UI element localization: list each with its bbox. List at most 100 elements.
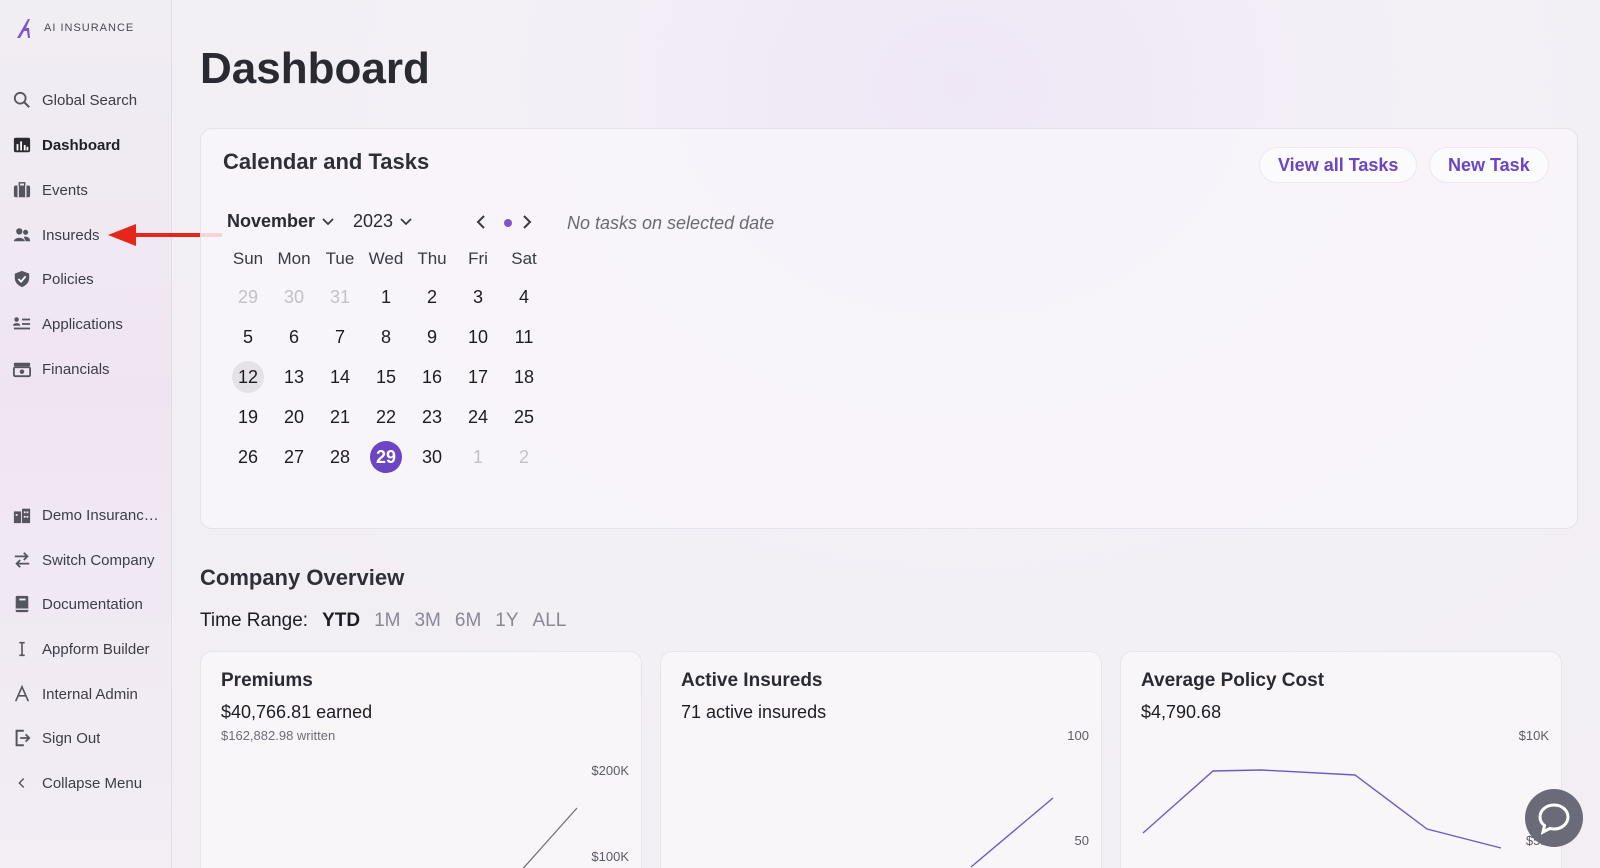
nav-internal-admin[interactable]: Internal Admin <box>12 680 167 708</box>
calendar-day-number: 17 <box>467 366 489 387</box>
calendar-day[interactable]: 5 <box>225 317 271 357</box>
calendar-card: Calendar and Tasks View all Tasks New Ta… <box>200 128 1578 529</box>
nav-label: Internal Admin <box>42 685 138 703</box>
range-option-1y[interactable]: 1Y <box>495 610 518 632</box>
calendar-day[interactable]: 28 <box>317 437 363 477</box>
nav-label: Sign Out <box>42 729 101 747</box>
month-value: November <box>227 211 316 231</box>
calendar-day[interactable]: 1 <box>455 437 501 477</box>
calendar-day-number: 18 <box>513 366 535 387</box>
nav-label: Financials <box>42 360 110 378</box>
letter-a-icon <box>12 684 32 704</box>
nav-applications[interactable]: Applications <box>12 310 167 338</box>
calendar-day-number: 24 <box>467 406 489 427</box>
range-option-3m[interactable]: 3M <box>414 610 440 632</box>
calendar-day-number: 7 <box>334 326 345 347</box>
active-insureds-card[interactable]: Active Insureds 71 active insureds 100 5… <box>660 651 1102 868</box>
calendar-day[interactable]: 7 <box>317 317 363 357</box>
calendar-day[interactable]: 1 <box>363 277 409 317</box>
chevron-down-icon <box>400 217 412 225</box>
bar-chart-icon <box>12 135 32 155</box>
calendar-day[interactable]: 13 <box>271 357 317 397</box>
calendar-day[interactable]: 21 <box>317 397 363 437</box>
nav-dashboard[interactable]: Dashboard <box>12 131 167 159</box>
calendar-day-number: 9 <box>426 326 437 347</box>
nav-label: Demo Insurance Company <box>42 506 166 524</box>
calendar-day[interactable]: 11 <box>501 317 547 357</box>
calendar-day[interactable]: 18 <box>501 357 547 397</box>
calendar-day-number: 2 <box>426 286 437 307</box>
shield-icon <box>12 269 32 289</box>
current-month-dot[interactable] <box>504 219 512 227</box>
calendar-day[interactable]: 3 <box>455 277 501 317</box>
range-option-6m[interactable]: 6M <box>455 610 481 632</box>
nav-financials[interactable]: Financials <box>12 355 167 383</box>
nav-switch-company[interactable]: Switch Company <box>12 546 167 574</box>
nav-collapse-menu[interactable]: Collapse Menu <box>12 769 167 797</box>
nav-company[interactable]: Demo Insurance Company <box>12 501 167 529</box>
calendar-day[interactable]: 22 <box>363 397 409 437</box>
calendar-day[interactable]: 2 <box>501 437 547 477</box>
calendar-day[interactable]: 8 <box>363 317 409 357</box>
calendar-day-number: 15 <box>375 366 397 387</box>
calendar-day[interactable]: 19 <box>225 397 271 437</box>
calendar-day[interactable]: 4 <box>501 277 547 317</box>
calendar-day[interactable]: 31 <box>317 277 363 317</box>
calendar-day[interactable]: 29 <box>363 437 409 477</box>
users-icon <box>12 225 32 245</box>
calendar-day[interactable]: 24 <box>455 397 501 437</box>
calendar-day[interactable]: 15 <box>363 357 409 397</box>
nav-documentation[interactable]: Documentation <box>12 590 167 618</box>
calendar-day[interactable]: 12 <box>225 357 271 397</box>
weekday-label: Thu <box>417 249 447 268</box>
calendar-day[interactable]: 16 <box>409 357 455 397</box>
prev-month-icon[interactable] <box>473 211 489 233</box>
nav-label: Insureds <box>42 226 100 244</box>
year-value: 2023 <box>353 211 394 231</box>
calendar-day[interactable]: 2 <box>409 277 455 317</box>
calendar-day[interactable]: 17 <box>455 357 501 397</box>
calendar-day[interactable]: 23 <box>409 397 455 437</box>
calendar-day[interactable]: 30 <box>271 277 317 317</box>
calendar-day[interactable]: 10 <box>455 317 501 357</box>
range-option-all[interactable]: ALL <box>533 610 567 632</box>
calendar-day[interactable]: 20 <box>271 397 317 437</box>
premiums-card[interactable]: Premiums $40,766.81 earned $162,882.98 w… <box>200 651 642 868</box>
calendar-day-number: 27 <box>283 446 305 467</box>
nav-label: Documentation <box>42 595 143 613</box>
list-icon <box>12 314 32 334</box>
calendar-day-number: 29 <box>237 286 259 307</box>
year-select[interactable]: 2023 <box>353 211 413 232</box>
calendar-day[interactable]: 9 <box>409 317 455 357</box>
calendar-day[interactable]: 6 <box>271 317 317 357</box>
calendar-day-number: 21 <box>329 406 351 427</box>
calendar-day[interactable]: 26 <box>225 437 271 477</box>
brand-logo[interactable]: AI INSURANCE <box>14 16 134 40</box>
calendar-week: 29 30 31 1 2 3 4 <box>225 277 547 317</box>
chat-bubble-icon <box>1538 803 1570 835</box>
sidebar: AI INSURANCE Global Search Dashboard Eve… <box>0 0 172 868</box>
nav-appform-builder[interactable]: Appform Builder <box>12 635 167 663</box>
card-title: Premiums <box>221 670 313 691</box>
average-policy-cost-card[interactable]: Average Policy Cost $4,790.68 $10K $5K <box>1120 651 1562 868</box>
range-option-1m[interactable]: 1M <box>374 610 400 632</box>
range-option-ytd[interactable]: YTD <box>322 610 360 632</box>
calendar-day[interactable]: 27 <box>271 437 317 477</box>
nav-policies[interactable]: Policies <box>12 265 167 293</box>
nav-events[interactable]: Events <box>12 176 167 204</box>
nav-sign-out[interactable]: Sign Out <box>12 724 167 752</box>
weekday-label: Tue <box>325 249 355 268</box>
chat-support-button[interactable] <box>1525 789 1583 847</box>
calendar-day[interactable]: 14 <box>317 357 363 397</box>
card-value: $40,766.81 earned <box>221 702 373 722</box>
new-task-button[interactable]: New Task <box>1429 147 1549 183</box>
month-select[interactable]: November <box>227 211 335 232</box>
calendar-day[interactable]: 30 <box>409 437 455 477</box>
calendar-day[interactable]: 25 <box>501 397 547 437</box>
next-month-icon[interactable] <box>519 211 535 233</box>
weekday-label: Sun <box>232 249 264 268</box>
view-all-tasks-button[interactable]: View all Tasks <box>1259 147 1418 183</box>
nav-global-search[interactable]: Global Search <box>12 86 167 114</box>
briefcase-icon <box>12 180 32 200</box>
calendar-day[interactable]: 29 <box>225 277 271 317</box>
